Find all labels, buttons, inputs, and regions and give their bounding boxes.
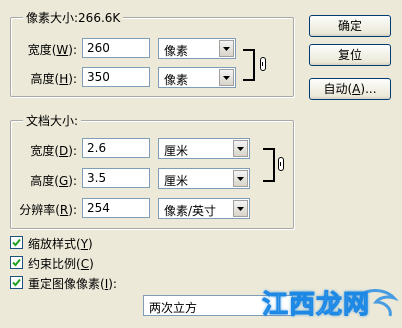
reset-button[interactable]: 复位 bbox=[309, 44, 391, 66]
resolution-unit-value: 像素/英寸 bbox=[164, 204, 217, 218]
chain-link-icon bbox=[260, 57, 266, 71]
chevron-down-icon[interactable] bbox=[219, 69, 234, 86]
pixel-height-unit-value: 像素 bbox=[164, 73, 189, 87]
doc-height-label: 高度(G): bbox=[30, 174, 77, 188]
constrain-proportions-checkbox[interactable] bbox=[10, 256, 23, 269]
checkmark-icon bbox=[12, 258, 21, 267]
pixel-width-label: 宽度(W): bbox=[27, 43, 77, 57]
doc-height-unit-select[interactable]: 厘米 bbox=[158, 168, 250, 189]
checkmark-icon bbox=[12, 238, 21, 247]
doc-width-label: 宽度(D): bbox=[30, 144, 77, 158]
watermark: 江西龙网 bbox=[261, 284, 399, 321]
scale-styles-checkbox[interactable] bbox=[10, 236, 23, 249]
chain-link-icon bbox=[278, 157, 284, 171]
resolution-label: 分辨率(R): bbox=[19, 203, 77, 217]
ok-button[interactable]: 确定 bbox=[309, 15, 391, 37]
resample-image-label[interactable]: 重定图像像素(I): bbox=[28, 275, 117, 292]
constrain-bracket bbox=[263, 148, 275, 182]
resample-image-checkbox[interactable] bbox=[10, 276, 23, 289]
chevron-down-icon[interactable] bbox=[233, 140, 248, 157]
interpolation-value: 两次立方 bbox=[149, 301, 198, 315]
watermark-text: 江西龙网 bbox=[261, 290, 371, 321]
resolution-unit-select[interactable]: 像素/英寸 bbox=[158, 198, 250, 219]
auto-button[interactable]: 自动(A)... bbox=[309, 78, 391, 100]
doc-height-unit-value: 厘米 bbox=[164, 174, 189, 188]
doc-width-unit-select[interactable]: 厘米 bbox=[158, 138, 250, 159]
checkmark-icon bbox=[12, 278, 21, 287]
chevron-down-icon[interactable] bbox=[233, 200, 248, 217]
pixel-height-unit-select[interactable]: 像素 bbox=[158, 67, 236, 88]
chevron-down-icon[interactable] bbox=[233, 170, 248, 187]
doc-width-input[interactable]: 2.6 bbox=[82, 138, 150, 158]
pixel-width-input[interactable]: 260 bbox=[82, 38, 150, 58]
constrain-proportions-label[interactable]: 约束比例(C) bbox=[28, 255, 94, 272]
chevron-down-icon[interactable] bbox=[219, 40, 234, 57]
pixel-width-unit-value: 像素 bbox=[164, 44, 189, 58]
pixel-height-input[interactable]: 350 bbox=[82, 67, 150, 87]
pixel-height-label: 高度(H): bbox=[30, 72, 77, 86]
resolution-input[interactable]: 254 bbox=[82, 198, 150, 218]
pixel-dimensions-legend: 像素大小:266.6K bbox=[23, 9, 124, 26]
scale-styles-label[interactable]: 缩放样式(Y) bbox=[28, 235, 93, 252]
doc-width-unit-value: 厘米 bbox=[164, 144, 189, 158]
doc-height-input[interactable]: 3.5 bbox=[82, 168, 150, 188]
constrain-bracket bbox=[243, 49, 255, 81]
document-size-legend: 文档大小: bbox=[23, 112, 82, 129]
pixel-width-unit-select[interactable]: 像素 bbox=[158, 38, 236, 59]
